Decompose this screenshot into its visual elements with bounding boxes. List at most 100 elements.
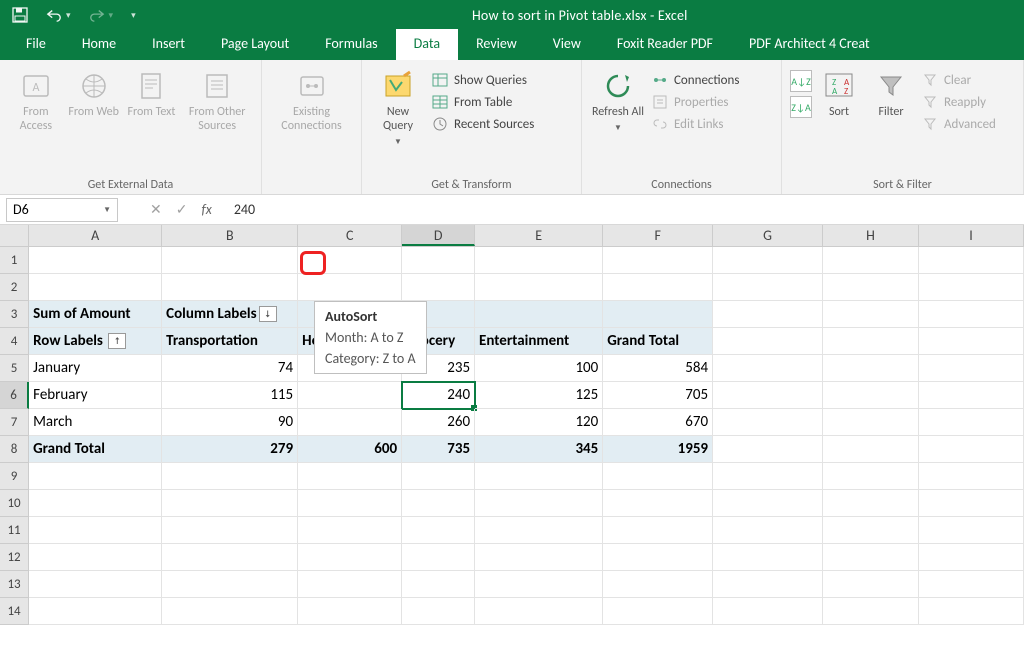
cell-C6[interactable] <box>298 382 402 409</box>
cell-F5[interactable]: 584 <box>603 355 713 382</box>
cancel-icon[interactable]: ✕ <box>150 201 162 218</box>
cell-F8[interactable]: 1959 <box>603 436 713 463</box>
cell-D13[interactable] <box>402 571 475 598</box>
from-other-sources-button[interactable]: From Other Sources <box>181 66 253 138</box>
redo-icon[interactable] <box>89 7 105 23</box>
cell-B1[interactable] <box>162 247 298 274</box>
cell-H1[interactable] <box>823 247 919 274</box>
new-query-button[interactable]: New Query ▼ <box>370 66 426 151</box>
column-header-D[interactable]: D <box>402 225 475 246</box>
cell-F2[interactable] <box>603 274 713 301</box>
cell-E6[interactable]: 125 <box>475 382 603 409</box>
cell-E13[interactable] <box>475 571 603 598</box>
cell-H9[interactable] <box>823 463 919 490</box>
cell-H14[interactable] <box>823 598 919 625</box>
cell-B12[interactable] <box>162 544 298 571</box>
cell-E9[interactable] <box>475 463 603 490</box>
cell-G7[interactable] <box>713 409 823 436</box>
enter-icon[interactable]: ✓ <box>176 201 188 218</box>
select-all-corner[interactable] <box>0 225 29 246</box>
sort-button[interactable]: ZAAZ Sort <box>814 66 864 124</box>
cell-G2[interactable] <box>713 274 823 301</box>
tab-data[interactable]: Data <box>396 29 458 60</box>
cell-F10[interactable] <box>603 490 713 517</box>
cell-B10[interactable] <box>162 490 298 517</box>
cell-A2[interactable] <box>29 274 162 301</box>
cell-E10[interactable] <box>475 490 603 517</box>
row-header-5[interactable]: 5 <box>0 355 29 382</box>
cell-I3[interactable] <box>919 301 1024 328</box>
row-header-6[interactable]: 6 <box>0 382 29 409</box>
cell-I2[interactable] <box>919 274 1024 301</box>
column-header-F[interactable]: F <box>603 225 713 246</box>
cell-H4[interactable] <box>823 328 919 355</box>
cell-H2[interactable] <box>823 274 919 301</box>
tab-pdfarch[interactable]: PDF Architect 4 Creat <box>731 29 888 60</box>
cell-B11[interactable] <box>162 517 298 544</box>
cell-G6[interactable] <box>713 382 823 409</box>
cell-A3[interactable]: Sum of Amount <box>29 301 162 328</box>
column-header-A[interactable]: A <box>29 225 162 246</box>
sort-asc-button[interactable]: A↓Z <box>790 70 812 92</box>
cell-B5[interactable]: 74 <box>162 355 298 382</box>
cell-H6[interactable] <box>823 382 919 409</box>
cell-A14[interactable] <box>29 598 162 625</box>
from-access-button[interactable]: A From Access <box>8 66 64 138</box>
redo-dropdown-icon[interactable]: ▾ <box>109 10 114 21</box>
cell-I12[interactable] <box>919 544 1024 571</box>
column-header-G[interactable]: G <box>713 225 823 246</box>
cell-D14[interactable] <box>402 598 475 625</box>
cell-B14[interactable] <box>162 598 298 625</box>
name-box[interactable]: D6 ▼ <box>6 198 118 222</box>
properties-button[interactable]: Properties <box>648 92 743 112</box>
cell-F13[interactable] <box>603 571 713 598</box>
cell-H12[interactable] <box>823 544 919 571</box>
cell-G3[interactable] <box>713 301 823 328</box>
cell-C14[interactable] <box>298 598 402 625</box>
formula-input[interactable] <box>228 198 1018 222</box>
cell-E4[interactable]: Entertainment <box>475 328 603 355</box>
cell-I14[interactable] <box>919 598 1024 625</box>
row-header-2[interactable]: 2 <box>0 274 29 301</box>
cell-F7[interactable]: 670 <box>603 409 713 436</box>
cell-G4[interactable] <box>713 328 823 355</box>
qat-customize-icon[interactable]: ▾ <box>131 10 136 21</box>
cell-F12[interactable] <box>603 544 713 571</box>
cell-A10[interactable] <box>29 490 162 517</box>
tab-view[interactable]: View <box>535 29 599 60</box>
cell-I9[interactable] <box>919 463 1024 490</box>
cell-I10[interactable] <box>919 490 1024 517</box>
cell-G11[interactable] <box>713 517 823 544</box>
cell-I4[interactable] <box>919 328 1024 355</box>
cell-G13[interactable] <box>713 571 823 598</box>
cell-A8[interactable]: Grand Total <box>29 436 162 463</box>
tab-home[interactable]: Home <box>64 29 134 60</box>
cell-F14[interactable] <box>603 598 713 625</box>
cell-E5[interactable]: 100 <box>475 355 603 382</box>
row-header-13[interactable]: 13 <box>0 571 29 598</box>
cell-B3[interactable]: Column Labels⭣ <box>162 301 298 328</box>
cell-A11[interactable] <box>29 517 162 544</box>
row-header-9[interactable]: 9 <box>0 463 29 490</box>
cell-F11[interactable] <box>603 517 713 544</box>
column-header-C[interactable]: C <box>298 225 402 246</box>
cell-B4[interactable]: Transportation <box>162 328 298 355</box>
cell-H7[interactable] <box>823 409 919 436</box>
from-text-button[interactable]: From Text <box>124 66 180 124</box>
save-icon[interactable] <box>12 7 28 23</box>
cell-A6[interactable]: February <box>29 382 162 409</box>
cell-C1[interactable] <box>298 247 402 274</box>
cell-G1[interactable] <box>713 247 823 274</box>
row-header-3[interactable]: 3 <box>0 301 29 328</box>
cell-E3[interactable] <box>475 301 603 328</box>
cell-D12[interactable] <box>402 544 475 571</box>
undo-icon[interactable] <box>46 7 62 23</box>
cell-H5[interactable] <box>823 355 919 382</box>
cell-G10[interactable] <box>713 490 823 517</box>
column-header-H[interactable]: H <box>823 225 919 246</box>
cell-D8[interactable]: 735 <box>402 436 475 463</box>
cell-G5[interactable] <box>713 355 823 382</box>
row-header-7[interactable]: 7 <box>0 409 29 436</box>
cell-E1[interactable] <box>475 247 603 274</box>
cell-G14[interactable] <box>713 598 823 625</box>
